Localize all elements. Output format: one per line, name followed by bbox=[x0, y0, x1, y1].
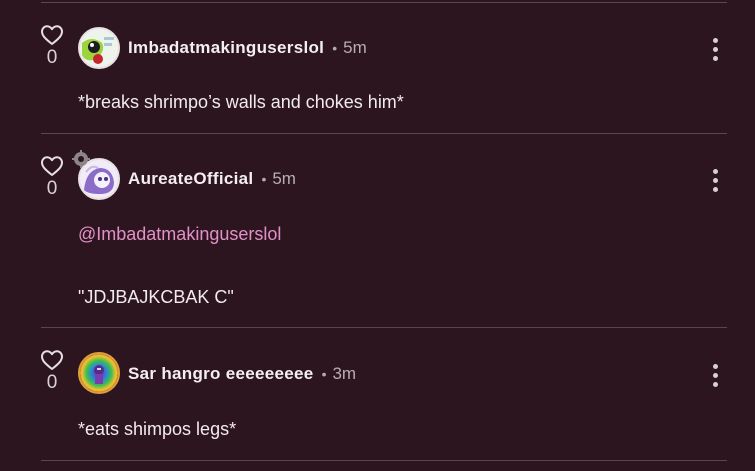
top-divider bbox=[41, 2, 727, 3]
meta-separator: • bbox=[321, 366, 327, 382]
more-options-button[interactable] bbox=[706, 169, 724, 197]
avatar[interactable] bbox=[78, 352, 120, 394]
like-count: 0 bbox=[46, 47, 58, 68]
more-options-button[interactable] bbox=[706, 364, 724, 392]
username[interactable]: Imbadatmakinguserslol bbox=[128, 38, 324, 57]
like-button[interactable]: 0 bbox=[38, 24, 66, 68]
comment-meta: AureateOfficial • 5m bbox=[128, 167, 296, 191]
comment-meta: Sar hangro eeeeeeeee • 3m bbox=[128, 362, 356, 386]
comment-divider bbox=[41, 133, 727, 134]
more-vertical-icon bbox=[712, 364, 718, 369]
more-dot bbox=[712, 187, 718, 192]
like-button[interactable]: 0 bbox=[38, 349, 66, 393]
mention-link[interactable]: @Imbadatmakinguserslol bbox=[78, 223, 281, 245]
more-dot bbox=[712, 56, 718, 61]
comment-meta: Imbadatmakinguserslol • 5m bbox=[128, 36, 367, 60]
comment-body: *eats shimpos legs* bbox=[78, 419, 237, 439]
timestamp: 5m bbox=[343, 38, 367, 57]
avatar-image bbox=[80, 29, 118, 67]
more-dot bbox=[712, 47, 718, 52]
comment-divider bbox=[41, 460, 727, 461]
avatar[interactable] bbox=[78, 27, 120, 69]
username[interactable]: Sar hangro eeeeeeeee bbox=[128, 364, 314, 383]
heart-outline-icon bbox=[41, 25, 63, 45]
more-dot bbox=[712, 382, 718, 387]
like-count: 0 bbox=[46, 372, 58, 393]
username[interactable]: AureateOfficial bbox=[128, 169, 253, 188]
avatar-image bbox=[80, 354, 118, 392]
like-count: 0 bbox=[46, 178, 58, 199]
comment-divider bbox=[41, 327, 727, 328]
meta-separator: • bbox=[261, 171, 267, 187]
comment-body: "JDJBAJKCBAK C" bbox=[78, 287, 234, 307]
more-dot bbox=[712, 373, 718, 378]
gear-badge-icon bbox=[72, 150, 90, 168]
meta-separator: • bbox=[332, 40, 338, 56]
more-dot bbox=[712, 178, 718, 183]
timestamp: 5m bbox=[272, 169, 296, 188]
more-vertical-icon bbox=[712, 38, 718, 43]
heart-outline-icon bbox=[41, 156, 63, 176]
more-options-button[interactable] bbox=[706, 38, 724, 66]
like-button[interactable]: 0 bbox=[38, 155, 66, 199]
more-vertical-icon bbox=[712, 169, 718, 174]
heart-outline-icon bbox=[41, 350, 63, 370]
comment-body: *breaks shrimpo’s walls and chokes him* bbox=[78, 92, 404, 112]
timestamp: 3m bbox=[332, 364, 357, 383]
